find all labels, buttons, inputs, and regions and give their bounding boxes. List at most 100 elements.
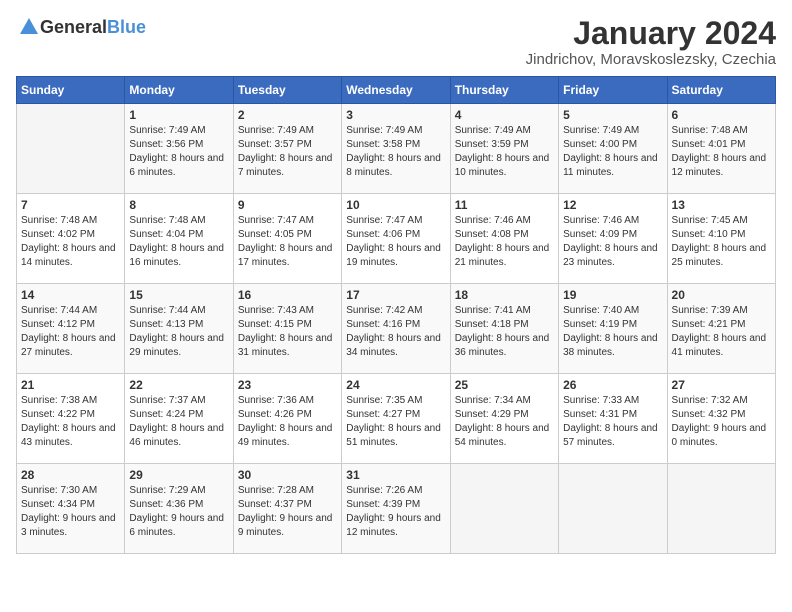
day-info: Sunrise: 7:43 AM Sunset: 4:15 PM Dayligh…: [238, 304, 337, 360]
day-info: Sunrise: 7:49 AM Sunset: 3:56 PM Dayligh…: [129, 124, 228, 180]
calendar-title: January 2024: [526, 16, 776, 51]
weekday-thursday: Thursday: [450, 77, 558, 104]
day-info: Sunrise: 7:36 AM Sunset: 4:26 PM Dayligh…: [238, 394, 337, 450]
calendar-cell: [450, 464, 558, 554]
day-number: 15: [129, 288, 228, 302]
day-info: Sunrise: 7:47 AM Sunset: 4:05 PM Dayligh…: [238, 214, 337, 270]
day-number: 24: [346, 378, 445, 392]
calendar-cell: 2 Sunrise: 7:49 AM Sunset: 3:57 PM Daylig…: [233, 104, 341, 194]
day-info: Sunrise: 7:44 AM Sunset: 4:13 PM Dayligh…: [129, 304, 228, 360]
day-number: 31: [346, 468, 445, 482]
day-number: 2: [238, 108, 337, 122]
day-info: Sunrise: 7:46 AM Sunset: 4:08 PM Dayligh…: [455, 214, 554, 270]
calendar-subtitle: Jindrichov, Moravskoslezsky, Czechia: [526, 51, 776, 68]
day-number: 13: [672, 198, 771, 212]
day-number: 11: [455, 198, 554, 212]
day-info: Sunrise: 7:46 AM Sunset: 4:09 PM Dayligh…: [563, 214, 662, 270]
day-info: Sunrise: 7:34 AM Sunset: 4:29 PM Dayligh…: [455, 394, 554, 450]
day-info: Sunrise: 7:49 AM Sunset: 3:57 PM Dayligh…: [238, 124, 337, 180]
day-number: 1: [129, 108, 228, 122]
day-info: Sunrise: 7:45 AM Sunset: 4:10 PM Dayligh…: [672, 214, 771, 270]
calendar-cell: 11 Sunrise: 7:46 AM Sunset: 4:08 PM Dayli…: [450, 194, 558, 284]
calendar-cell: 28Sunrise: 7:30 AM Sunset: 4:34 PM Dayli…: [17, 464, 125, 554]
calendar-cell: 16Sunrise: 7:43 AM Sunset: 4:15 PM Dayli…: [233, 284, 341, 374]
calendar-cell: 14 Sunrise: 7:44 AM Sunset: 4:12 PM Dayli…: [17, 284, 125, 374]
calendar-cell: 30 Sunrise: 7:28 AM Sunset: 4:37 PM Dayli…: [233, 464, 341, 554]
day-number: 19: [563, 288, 662, 302]
calendar-cell: 10 Sunrise: 7:47 AM Sunset: 4:06 PM Dayli…: [342, 194, 450, 284]
calendar-table: Sunday Monday Tuesday Wednesday Thursday…: [16, 76, 776, 554]
weekday-saturday: Saturday: [667, 77, 775, 104]
day-info: Sunrise: 7:48 AM Sunset: 4:04 PM Dayligh…: [129, 214, 228, 270]
calendar-cell: 7 Sunrise: 7:48 AM Sunset: 4:02 PM Daylig…: [17, 194, 125, 284]
weekday-wednesday: Wednesday: [342, 77, 450, 104]
calendar-cell: 26Sunrise: 7:33 AM Sunset: 4:31 PM Dayli…: [559, 374, 667, 464]
calendar-week-row: 1 Sunrise: 7:49 AM Sunset: 3:56 PM Daylig…: [17, 104, 776, 194]
calendar-cell: [17, 104, 125, 194]
day-number: 3: [346, 108, 445, 122]
day-info: Sunrise: 7:41 AM Sunset: 4:18 PM Dayligh…: [455, 304, 554, 360]
day-number: 8: [129, 198, 228, 212]
day-number: 5: [563, 108, 662, 122]
calendar-cell: 23 Sunrise: 7:36 AM Sunset: 4:26 PM Dayli…: [233, 374, 341, 464]
calendar-week-row: 28Sunrise: 7:30 AM Sunset: 4:34 PM Dayli…: [17, 464, 776, 554]
day-number: 9: [238, 198, 337, 212]
calendar-cell: [667, 464, 775, 554]
day-info: Sunrise: 7:26 AM Sunset: 4:39 PM Dayligh…: [346, 484, 445, 540]
day-info: Sunrise: 7:48 AM Sunset: 4:01 PM Dayligh…: [672, 124, 771, 180]
calendar-cell: 3 Sunrise: 7:49 AM Sunset: 3:58 PM Daylig…: [342, 104, 450, 194]
calendar-cell: 21Sunrise: 7:38 AM Sunset: 4:22 PM Dayli…: [17, 374, 125, 464]
day-number: 17: [346, 288, 445, 302]
calendar-cell: 19 Sunrise: 7:40 AM Sunset: 4:19 PM Dayli…: [559, 284, 667, 374]
day-info: Sunrise: 7:48 AM Sunset: 4:02 PM Dayligh…: [21, 214, 120, 270]
day-info: Sunrise: 7:47 AM Sunset: 4:06 PM Dayligh…: [346, 214, 445, 270]
day-number: 4: [455, 108, 554, 122]
calendar-cell: 13 Sunrise: 7:45 AM Sunset: 4:10 PM Dayli…: [667, 194, 775, 284]
day-info: Sunrise: 7:28 AM Sunset: 4:37 PM Dayligh…: [238, 484, 337, 540]
calendar-cell: 9 Sunrise: 7:47 AM Sunset: 4:05 PM Daylig…: [233, 194, 341, 284]
calendar-cell: 20Sunrise: 7:39 AM Sunset: 4:21 PM Dayli…: [667, 284, 775, 374]
day-number: 25: [455, 378, 554, 392]
day-info: Sunrise: 7:33 AM Sunset: 4:31 PM Dayligh…: [563, 394, 662, 450]
day-info: Sunrise: 7:49 AM Sunset: 3:58 PM Dayligh…: [346, 124, 445, 180]
day-number: 30: [238, 468, 337, 482]
calendar-cell: 27Sunrise: 7:32 AM Sunset: 4:32 PM Dayli…: [667, 374, 775, 464]
logo-icon: [18, 16, 40, 38]
calendar-cell: 4Sunrise: 7:49 AM Sunset: 3:59 PM Daylig…: [450, 104, 558, 194]
day-number: 20: [672, 288, 771, 302]
calendar-cell: 12Sunrise: 7:46 AM Sunset: 4:09 PM Dayli…: [559, 194, 667, 284]
calendar-cell: 5 Sunrise: 7:49 AM Sunset: 4:00 PM Daylig…: [559, 104, 667, 194]
day-info: Sunrise: 7:37 AM Sunset: 4:24 PM Dayligh…: [129, 394, 228, 450]
calendar-week-row: 7 Sunrise: 7:48 AM Sunset: 4:02 PM Daylig…: [17, 194, 776, 284]
calendar-cell: 24 Sunrise: 7:35 AM Sunset: 4:27 PM Dayli…: [342, 374, 450, 464]
calendar-cell: 29Sunrise: 7:29 AM Sunset: 4:36 PM Dayli…: [125, 464, 233, 554]
day-info: Sunrise: 7:38 AM Sunset: 4:22 PM Dayligh…: [21, 394, 120, 450]
calendar-cell: 22Sunrise: 7:37 AM Sunset: 4:24 PM Dayli…: [125, 374, 233, 464]
day-number: 7: [21, 198, 120, 212]
day-number: 14: [21, 288, 120, 302]
weekday-monday: Monday: [125, 77, 233, 104]
calendar-cell: 31 Sunrise: 7:26 AM Sunset: 4:39 PM Dayli…: [342, 464, 450, 554]
day-info: Sunrise: 7:44 AM Sunset: 4:12 PM Dayligh…: [21, 304, 120, 360]
day-number: 29: [129, 468, 228, 482]
title-block: January 2024 Jindrichov, Moravskoslezsky…: [526, 16, 776, 68]
day-number: 23: [238, 378, 337, 392]
weekday-sunday: Sunday: [17, 77, 125, 104]
weekday-tuesday: Tuesday: [233, 77, 341, 104]
day-number: 10: [346, 198, 445, 212]
calendar-cell: 25 Sunrise: 7:34 AM Sunset: 4:29 PM Dayli…: [450, 374, 558, 464]
day-info: Sunrise: 7:49 AM Sunset: 4:00 PM Dayligh…: [563, 124, 662, 180]
calendar-week-row: 14 Sunrise: 7:44 AM Sunset: 4:12 PM Dayli…: [17, 284, 776, 374]
day-number: 28: [21, 468, 120, 482]
calendar-cell: 17Sunrise: 7:42 AM Sunset: 4:16 PM Dayli…: [342, 284, 450, 374]
calendar-header-row: Sunday Monday Tuesday Wednesday Thursday…: [17, 77, 776, 104]
weekday-friday: Friday: [559, 77, 667, 104]
calendar-cell: 18Sunrise: 7:41 AM Sunset: 4:18 PM Dayli…: [450, 284, 558, 374]
calendar-cell: 1 Sunrise: 7:49 AM Sunset: 3:56 PM Daylig…: [125, 104, 233, 194]
day-info: Sunrise: 7:32 AM Sunset: 4:32 PM Dayligh…: [672, 394, 771, 450]
logo: GeneralBlue: [16, 16, 146, 38]
day-info: Sunrise: 7:40 AM Sunset: 4:19 PM Dayligh…: [563, 304, 662, 360]
calendar-cell: 8 Sunrise: 7:48 AM Sunset: 4:04 PM Daylig…: [125, 194, 233, 284]
logo-text-blue: Blue: [107, 17, 146, 37]
day-info: Sunrise: 7:35 AM Sunset: 4:27 PM Dayligh…: [346, 394, 445, 450]
